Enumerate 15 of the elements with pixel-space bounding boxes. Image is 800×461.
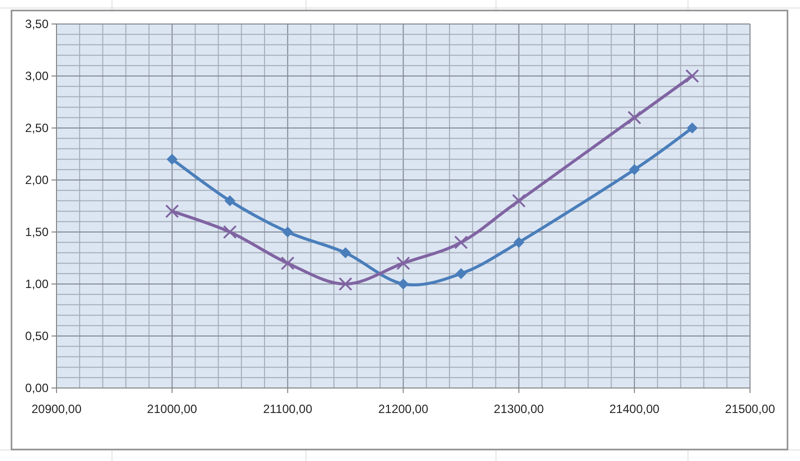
y-tick-label: 3,00 bbox=[25, 69, 48, 83]
y-tick-label: 0,50 bbox=[25, 329, 48, 343]
y-tick-label: 2,00 bbox=[25, 173, 48, 187]
x-tick-label: 21100,00 bbox=[263, 402, 312, 416]
y-tick-label: 0,00 bbox=[25, 381, 48, 395]
x-tick-label: 21300,00 bbox=[494, 402, 544, 416]
x-tick-label: 21000,00 bbox=[147, 402, 198, 416]
y-tick-label: 2,50 bbox=[25, 121, 48, 135]
x-tick-label: 21200,00 bbox=[378, 402, 428, 416]
y-tick-label: 1,00 bbox=[25, 277, 48, 291]
y-tick-label: 1,50 bbox=[25, 225, 48, 239]
y-tick-label: 3,50 bbox=[25, 17, 48, 31]
x-tick-label: 20900,00 bbox=[31, 402, 82, 416]
x-tick-label: 21400,00 bbox=[609, 402, 660, 416]
x-tick-label: 21500,00 bbox=[724, 402, 776, 416]
